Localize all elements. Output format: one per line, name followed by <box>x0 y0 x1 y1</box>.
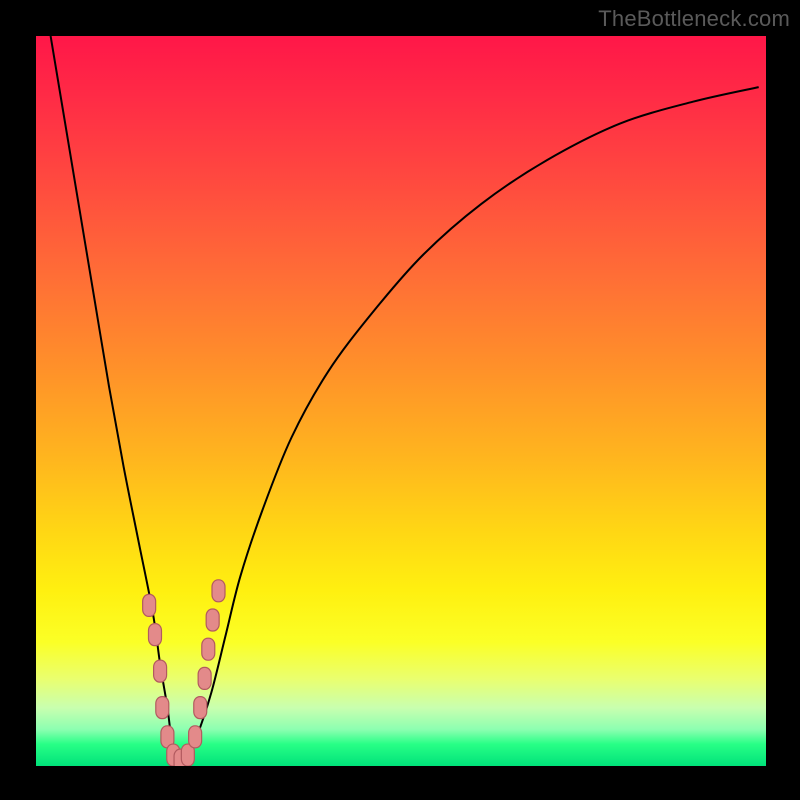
data-marker <box>194 697 207 719</box>
chart-svg <box>36 36 766 766</box>
data-marker <box>148 624 161 646</box>
data-marker <box>198 667 211 689</box>
data-marker <box>189 726 202 748</box>
data-marker <box>154 660 167 682</box>
watermark-text: TheBottleneck.com <box>598 6 790 32</box>
data-marker <box>202 638 215 660</box>
chart-frame: TheBottleneck.com <box>0 0 800 800</box>
plot-area <box>36 36 766 766</box>
bottleneck-curve <box>51 36 759 762</box>
data-marker <box>143 594 156 616</box>
data-marker <box>206 609 219 631</box>
data-marker <box>156 697 169 719</box>
data-marker <box>212 580 225 602</box>
markers-group <box>143 580 225 766</box>
